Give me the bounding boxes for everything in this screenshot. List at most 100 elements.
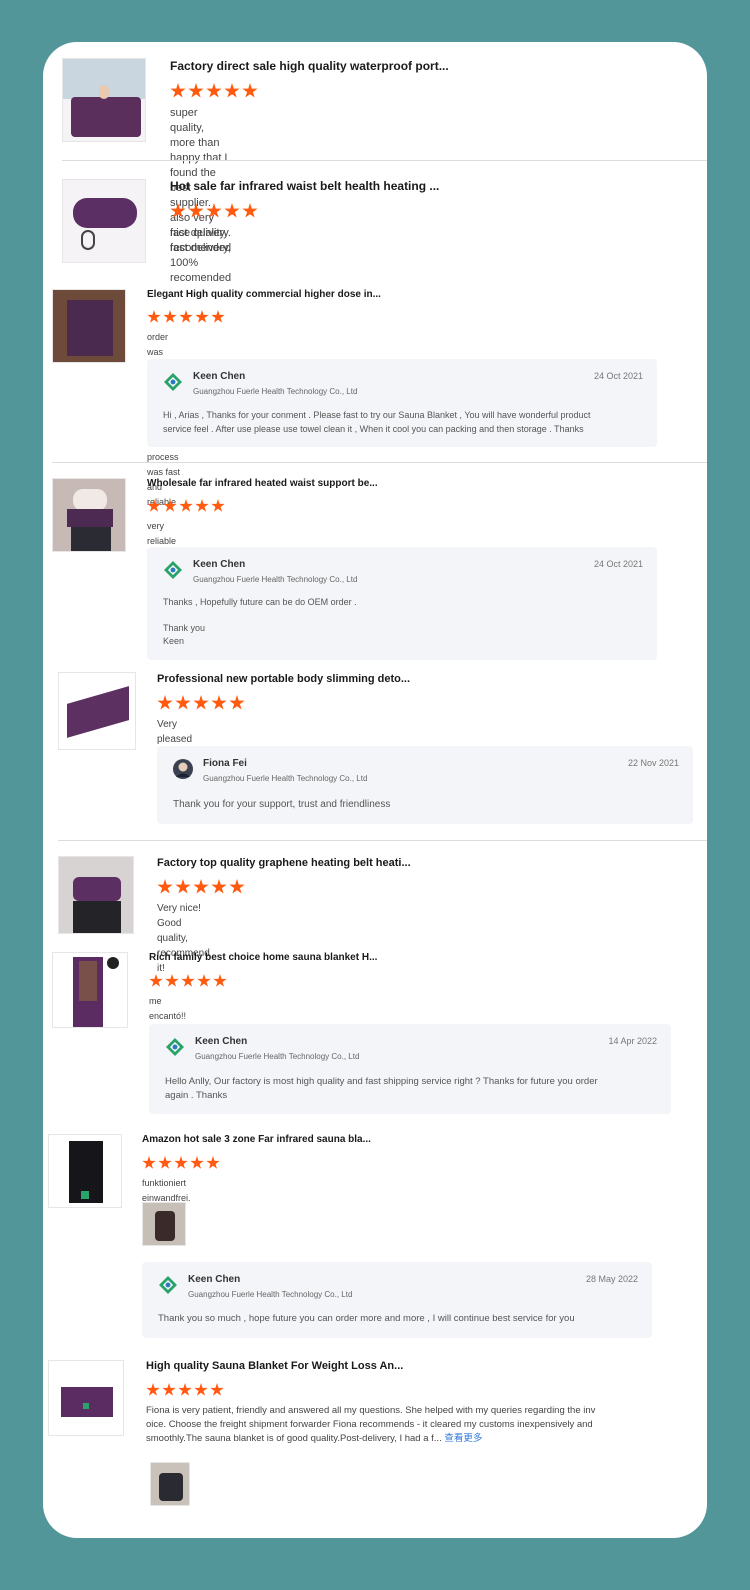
reviews-card: Factory direct sale high quality waterpr…	[43, 42, 707, 1538]
product-image[interactable]	[58, 672, 136, 750]
reply-line: Thank you for your support, trust and fr…	[173, 799, 391, 810]
reply-company: Guangzhou Fuerle Health Technology Co., …	[193, 387, 358, 396]
star-icon	[195, 499, 209, 512]
star-icon	[157, 879, 173, 894]
reply-date: 22 Nov 2021	[627, 758, 679, 768]
reply-company: Guangzhou Fuerle Health Technology Co., …	[193, 575, 358, 584]
seller-reply: Keen Chen Guangzhou Fuerle Health Techno…	[147, 359, 657, 447]
star-icon	[162, 1383, 176, 1396]
seller-avatar	[173, 759, 193, 779]
product-image[interactable]	[62, 179, 146, 263]
reply-text: Hi , Arias , Thanks for your conment . P…	[163, 408, 643, 436]
star-icon	[224, 83, 240, 98]
seller-reply: Keen Chen Guangzhou Fuerle Health Techno…	[149, 1024, 671, 1114]
divider	[58, 840, 707, 841]
divider	[62, 160, 707, 161]
product-image[interactable]	[48, 1134, 122, 1208]
comment-line: smoothly.The sauna blanket is of good qu…	[146, 1433, 442, 1444]
reply-text: Thank you for your support, trust and fr…	[173, 798, 653, 812]
star-icon	[175, 695, 191, 710]
reply-text: Thank you so much , hope future you can …	[158, 1312, 638, 1326]
product-title[interactable]: Amazon hot sale 3 zone Far infrared saun…	[142, 1134, 371, 1145]
star-icon	[181, 974, 195, 987]
reply-date: 14 Apr 2022	[608, 1036, 657, 1046]
seller-logo-icon	[164, 561, 182, 579]
star-icon	[195, 310, 209, 323]
reply-date: 24 Oct 2021	[593, 559, 643, 569]
reply-line: again . Thanks	[165, 1090, 228, 1101]
star-rating	[157, 879, 247, 895]
reply-line: Thank you so much , hope future you can …	[158, 1313, 575, 1324]
reply-text: Hello Anlly, Our factory is most high qu…	[165, 1075, 645, 1103]
reply-line: Thank you	[163, 623, 206, 633]
star-rating	[157, 695, 247, 711]
star-icon	[197, 974, 211, 987]
product-image[interactable]	[58, 856, 134, 934]
star-icon	[170, 83, 186, 98]
seller-logo-icon	[159, 1276, 177, 1294]
star-rating	[149, 974, 229, 990]
reply-date: 28 May 2022	[585, 1274, 638, 1284]
star-icon	[165, 974, 179, 987]
star-icon	[229, 695, 245, 710]
seller-reply: Keen Chen Guangzhou Fuerle Health Techno…	[142, 1262, 652, 1338]
reply-line: Hello Anlly, Our factory is most high qu…	[165, 1076, 598, 1087]
product-title[interactable]: High quality Sauna Blanket For Weight Lo…	[146, 1360, 403, 1372]
product-image[interactable]	[48, 1360, 124, 1436]
star-icon	[188, 83, 204, 98]
reply-line: Keen	[163, 636, 185, 646]
star-icon	[190, 1156, 204, 1169]
star-icon	[193, 695, 209, 710]
review-photo[interactable]	[142, 1202, 186, 1246]
star-rating	[170, 203, 260, 219]
reply-line	[163, 609, 643, 622]
product-image[interactable]	[52, 952, 128, 1028]
star-rating	[146, 1383, 226, 1399]
seller-logo-icon	[164, 373, 182, 391]
reply-company: Guangzhou Fuerle Health Technology Co., …	[203, 774, 368, 783]
star-icon	[158, 1156, 172, 1169]
star-icon	[175, 879, 191, 894]
product-title[interactable]: Wholesale far infrared heated waist supp…	[147, 478, 378, 489]
star-rating	[142, 1156, 222, 1172]
star-icon	[163, 499, 177, 512]
reply-author: Keen Chen	[193, 559, 246, 570]
star-icon	[142, 1156, 156, 1169]
comment-line: oice. Choose the freight shipment forwar…	[146, 1419, 593, 1430]
star-rating	[170, 83, 260, 99]
reply-line: Thanks , Hopefully future can be do OEM …	[163, 597, 357, 607]
seller-reply: Keen Chen Guangzhou Fuerle Health Techno…	[147, 547, 657, 660]
star-icon	[213, 974, 227, 987]
star-icon	[157, 695, 173, 710]
reply-company: Guangzhou Fuerle Health Technology Co., …	[195, 1052, 360, 1061]
product-image[interactable]	[52, 289, 126, 363]
seller-reply: Fiona Fei Guangzhou Fuerle Health Techno…	[157, 746, 693, 824]
star-icon	[224, 203, 240, 218]
star-icon	[194, 1383, 208, 1396]
product-title[interactable]: Professional new portable body slimming …	[157, 673, 410, 685]
star-icon	[211, 499, 225, 512]
review-photo[interactable]	[150, 1462, 190, 1506]
star-icon	[179, 310, 193, 323]
star-icon	[179, 499, 193, 512]
star-icon	[206, 83, 222, 98]
product-title[interactable]: Rich family best choice home sauna blank…	[149, 952, 377, 963]
star-icon	[206, 203, 222, 218]
star-rating	[147, 310, 227, 326]
reply-text: Thanks , Hopefully future can be do OEM …	[163, 596, 643, 648]
reply-author: Fiona Fei	[203, 758, 247, 769]
see-more-link[interactable]: 查看更多	[444, 1433, 482, 1444]
star-icon	[211, 310, 225, 323]
star-icon	[242, 203, 258, 218]
product-title[interactable]: Hot sale far infrared waist belt health …	[170, 179, 439, 193]
product-image[interactable]	[62, 58, 146, 142]
star-icon	[242, 83, 258, 98]
star-icon	[146, 1383, 160, 1396]
product-title[interactable]: Factory direct sale high quality waterpr…	[170, 59, 449, 73]
product-title[interactable]: Elegant High quality commercial higher d…	[147, 289, 381, 300]
product-image[interactable]	[52, 478, 126, 552]
product-title[interactable]: Factory top quality graphene heating bel…	[157, 857, 411, 869]
star-icon	[178, 1383, 192, 1396]
star-icon	[211, 879, 227, 894]
reply-line: Hi , Arias , Thanks for your conment . P…	[163, 410, 591, 420]
